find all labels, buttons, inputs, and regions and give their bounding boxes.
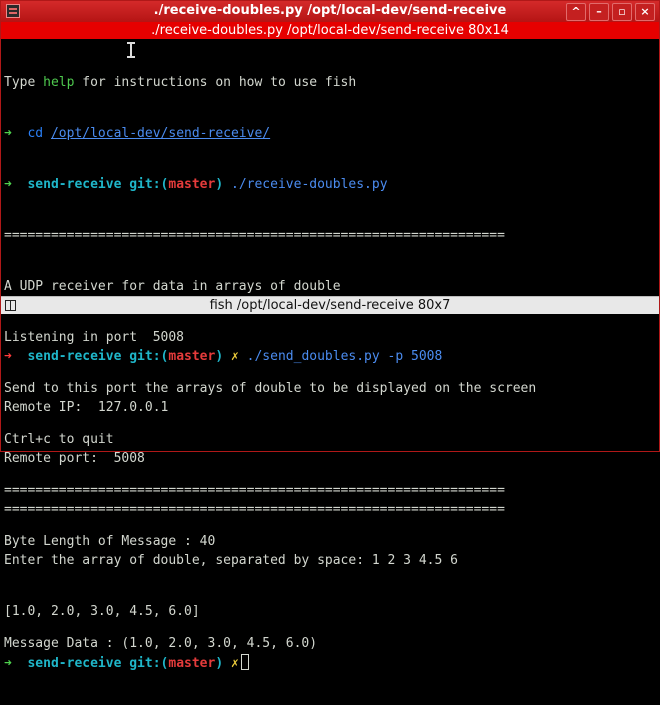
- cd-line: ➜ cd /opt/local-dev/send-receive/: [4, 125, 656, 142]
- prompt-dir: send-receive: [27, 656, 122, 671]
- window-controls: ^ – ▫ ×: [566, 3, 655, 21]
- prompt-git: git:(: [129, 177, 169, 192]
- prompt-arrow-icon: ➜: [4, 126, 12, 141]
- close-button[interactable]: ×: [635, 3, 655, 21]
- top-pane-title: ./receive-doubles.py /opt/local-dev/send…: [151, 23, 509, 38]
- separator-line: ========================================…: [4, 502, 505, 517]
- greeting-text-end: for instructions on how to use fish: [74, 75, 357, 90]
- terminal-cursor[interactable]: [240, 654, 249, 670]
- prompt-dir: send-receive: [27, 349, 122, 364]
- output-echo: [1.0, 2.0, 3.0, 4.5, 6.0]: [4, 604, 200, 619]
- output-message-data: Message Data : (1.0, 2.0, 3.0, 4.5, 6.0): [4, 636, 318, 651]
- prompt-git-close: ): [215, 656, 224, 671]
- terminal-window: ./receive-doubles.py /opt/local-dev/send…: [0, 0, 660, 671]
- text-cursor-icon: [127, 42, 135, 58]
- bottom-terminal-pane[interactable]: ➜ send-receive git:(master) ✗ ./send_dou…: [4, 314, 656, 671]
- window-titlebar[interactable]: ./receive-doubles.py /opt/local-dev/send…: [1, 1, 659, 22]
- separator-line: ========================================…: [4, 228, 505, 243]
- output-remote-ip: Remote IP: 127.0.0.1: [4, 400, 169, 415]
- current-prompt-line[interactable]: ➜ send-receive git:(master) ✗: [4, 654, 656, 671]
- top-pane-titlebar[interactable]: ./receive-doubles.py /opt/local-dev/send…: [1, 22, 659, 39]
- cd-path-link[interactable]: /opt/local-dev/send-receive/: [51, 126, 270, 141]
- prompt-line: ➜ send-receive git:(master) ./receive-do…: [4, 176, 656, 193]
- window-title: ./receive-doubles.py /opt/local-dev/send…: [153, 3, 507, 18]
- send-prompt-line: ➜ send-receive git:(master) ✗ ./send_dou…: [4, 348, 656, 365]
- bottom-pane-title: fish /opt/local-dev/send-receive 80x7: [209, 298, 451, 313]
- keep-above-button[interactable]: ^: [566, 3, 586, 21]
- prompt-arrow-icon: ➜: [4, 177, 12, 192]
- prompt-arrow-icon: ➜: [4, 656, 12, 671]
- output-desc: A UDP receiver for data in arrays of dou…: [4, 279, 341, 294]
- bottom-pane-titlebar[interactable]: fish /opt/local-dev/send-receive 80x7: [1, 296, 659, 314]
- prompt-git: git:(: [129, 349, 169, 364]
- cd-command: cd: [27, 126, 44, 141]
- prompt-git-close: ): [215, 177, 224, 192]
- output-byte-length: Byte Length of Message : 40: [4, 534, 216, 549]
- dirty-mark-icon: ✗: [231, 656, 239, 671]
- greeting-line: Type help for instructions on how to use…: [4, 74, 656, 91]
- prompt-branch: master: [168, 177, 216, 192]
- prompt-branch: master: [168, 656, 216, 671]
- minimize-button[interactable]: –: [589, 3, 609, 21]
- prompt-git: git:(: [129, 656, 169, 671]
- dirty-mark-icon: ✗: [231, 349, 239, 364]
- send-command: ./send_doubles.py -p 5008: [246, 349, 443, 364]
- maximize-button[interactable]: ▫: [612, 3, 632, 21]
- output-remote-port: Remote port: 5008: [4, 451, 145, 466]
- top-terminal-pane[interactable]: Type help for instructions on how to use…: [4, 40, 656, 651]
- prompt-git-close: ): [215, 349, 224, 364]
- prompt-dir: send-receive: [27, 177, 122, 192]
- output-enter-prompt: Enter the array of double, separated by …: [4, 553, 458, 568]
- separator-line: ========================================…: [4, 483, 505, 498]
- prompt-branch: master: [168, 349, 216, 364]
- greeting-help-cmd: help: [43, 75, 75, 90]
- prompt-arrow-icon: ➜: [4, 349, 12, 364]
- greeting-text: Type: [4, 75, 44, 90]
- run-command: ./receive-doubles.py: [231, 177, 388, 192]
